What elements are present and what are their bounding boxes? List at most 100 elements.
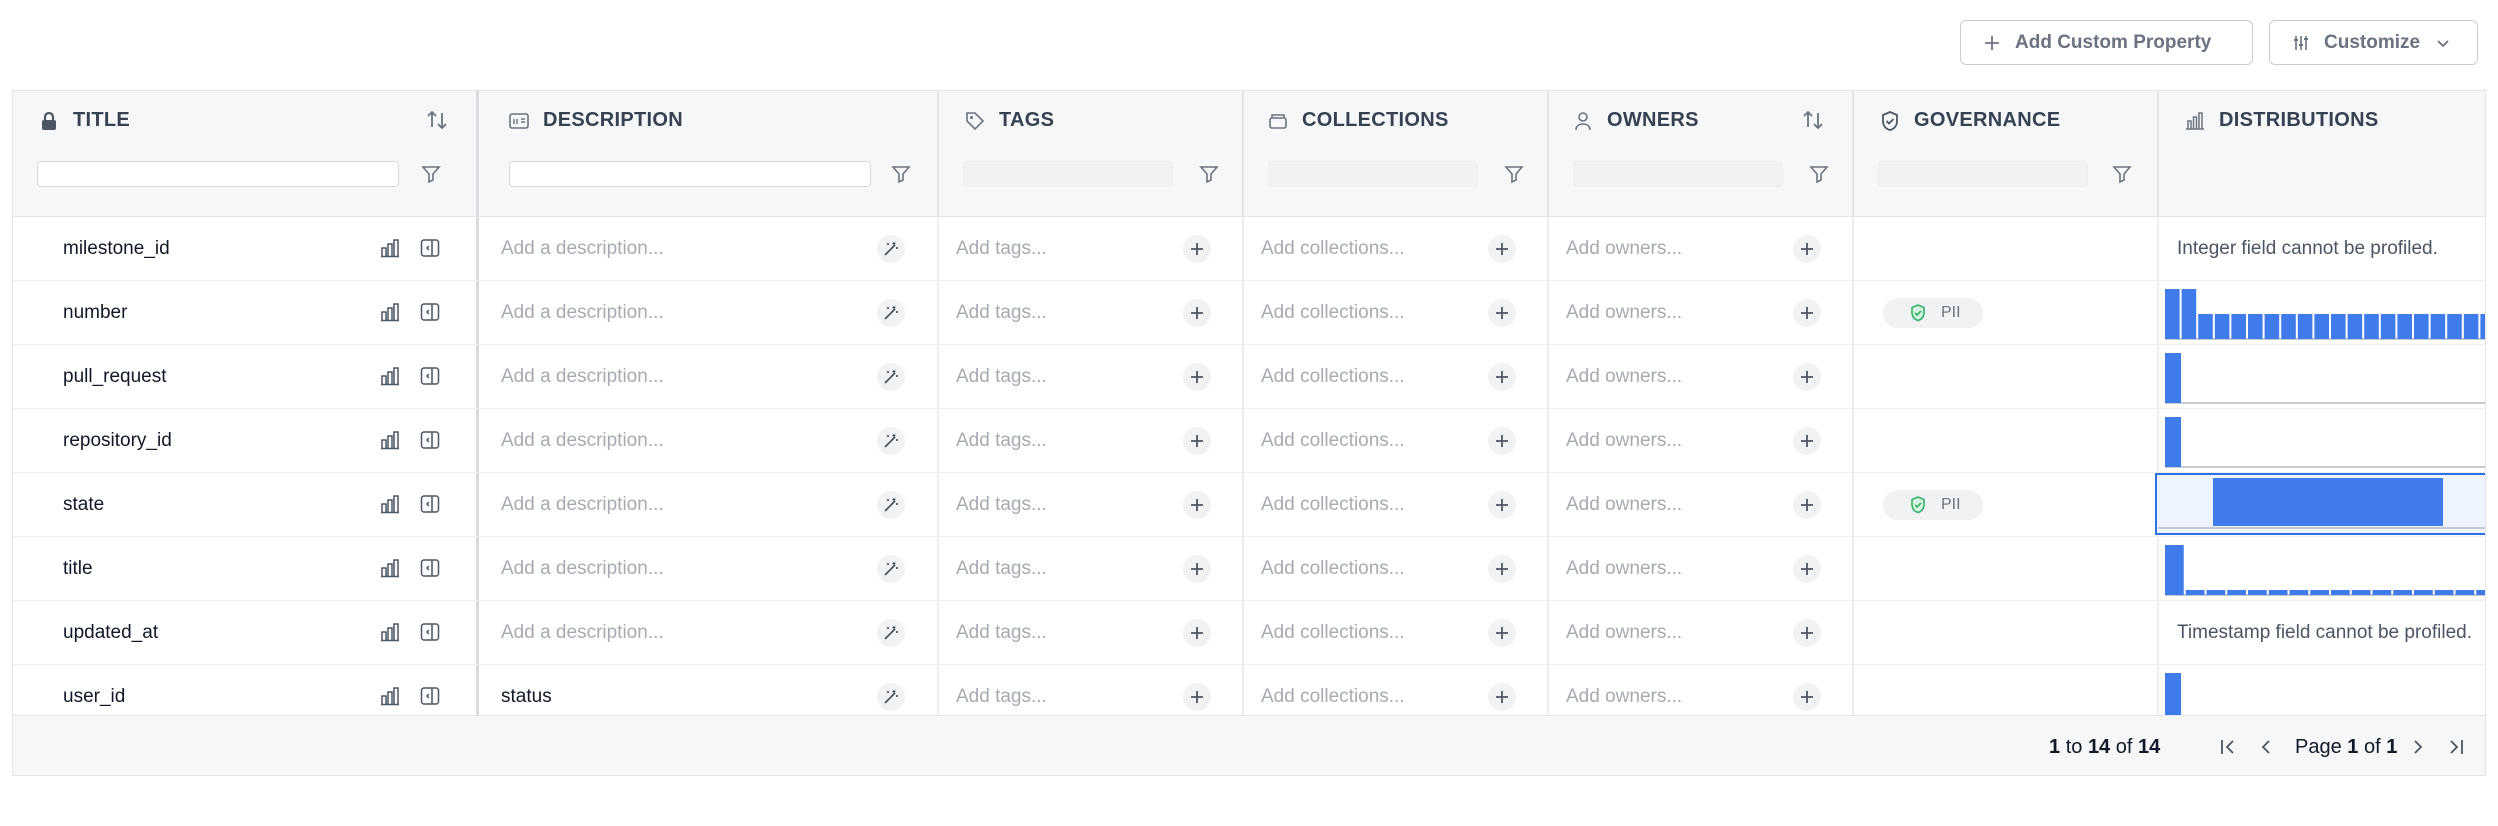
description-cell[interactable]: Add a description... [501,409,664,472]
tags-cell[interactable]: Add tags... [956,409,1047,472]
tags-cell[interactable]: Add tags... [956,473,1047,536]
magic-wand-icon[interactable] [877,491,905,519]
side-panel-icon[interactable] [419,621,441,643]
filter-icon[interactable] [2112,164,2132,184]
magic-wand-icon[interactable] [877,363,905,391]
magic-wand-icon[interactable] [877,235,905,263]
field-name[interactable]: title [63,537,93,600]
add-collections-button[interactable] [1488,619,1516,647]
column-header-tags[interactable]: TAGS [939,91,1242,217]
tags-cell[interactable]: Add tags... [956,345,1047,408]
collections-cell[interactable]: Add collections... [1261,217,1405,280]
add-tags-button[interactable] [1183,683,1211,711]
filter-icon[interactable] [1199,164,1219,184]
magic-wand-icon[interactable] [877,683,905,711]
add-owners-button[interactable] [1793,619,1821,647]
first-page-icon[interactable] [2217,736,2239,758]
field-name[interactable]: milestone_id [63,217,170,280]
table-row[interactable]: title Add a description... Add tags... Add … [13,537,2485,601]
add-tags-button[interactable] [1183,427,1211,455]
add-owners-button[interactable] [1793,491,1821,519]
add-tags-button[interactable] [1183,363,1211,391]
magic-wand-icon[interactable] [877,299,905,327]
owners-cell[interactable]: Add owners... [1566,345,1682,408]
add-collections-button[interactable] [1488,491,1516,519]
previous-page-icon[interactable] [2255,736,2277,758]
sort-icon[interactable] [1800,107,1826,133]
distribution-histogram[interactable] [2165,415,2486,469]
add-owners-button[interactable] [1793,235,1821,263]
side-panel-icon[interactable] [419,301,441,323]
field-name[interactable]: updated_at [63,601,158,664]
tags-cell[interactable]: Add tags... [956,217,1047,280]
pii-badge[interactable]: PII [1883,490,1983,520]
stats-icon[interactable] [379,301,401,323]
column-header-description[interactable]: DESCRIPTION [479,91,937,217]
description-cell[interactable]: Add a description... [501,537,664,600]
field-name[interactable]: number [63,281,127,344]
filter-icon[interactable] [421,164,441,184]
tags-filter-input[interactable] [963,161,1173,187]
side-panel-icon[interactable] [419,557,441,579]
next-page-icon[interactable] [2407,736,2429,758]
table-row[interactable]: updated_at Add a description... Add tags..… [13,601,2485,665]
title-filter-input[interactable] [37,161,399,187]
collections-cell[interactable]: Add collections... [1261,281,1405,344]
table-row[interactable]: milestone_id Add a description... Add tags… [13,217,2485,281]
add-owners-button[interactable] [1793,427,1821,455]
add-owners-button[interactable] [1793,299,1821,327]
magic-wand-icon[interactable] [877,427,905,455]
add-tags-button[interactable] [1183,555,1211,583]
stats-icon[interactable] [379,621,401,643]
pii-badge[interactable]: PII [1883,298,1983,328]
collections-cell[interactable]: Add collections... [1261,601,1405,664]
stats-icon[interactable] [379,365,401,387]
description-filter-input[interactable] [509,161,871,187]
add-tags-button[interactable] [1183,299,1211,327]
side-panel-icon[interactable] [419,493,441,515]
tags-cell[interactable]: Add tags... [956,537,1047,600]
field-name[interactable]: pull_request [63,345,167,408]
add-collections-button[interactable] [1488,363,1516,391]
customize-button[interactable]: Customize [2269,20,2478,65]
table-row[interactable]: state Add a description... Add tags... Add … [13,473,2485,537]
add-collections-button[interactable] [1488,235,1516,263]
description-cell[interactable]: Add a description... [501,345,664,408]
column-header-owners[interactable]: OWNERS [1549,91,1852,217]
add-tags-button[interactable] [1183,619,1211,647]
distribution-histogram[interactable] [2158,476,2486,530]
add-tags-button[interactable] [1183,235,1211,263]
add-owners-button[interactable] [1793,363,1821,391]
column-header-title[interactable]: TITLE [13,91,476,217]
field-name[interactable]: state [63,473,104,536]
column-header-governance[interactable]: GOVERNANCE [1854,91,2157,217]
column-header-collections[interactable]: COLLECTIONS [1244,91,1547,217]
stats-icon[interactable] [379,685,401,707]
description-cell[interactable]: Add a description... [501,601,664,664]
add-collections-button[interactable] [1488,299,1516,327]
sort-icon[interactable] [424,107,450,133]
side-panel-icon[interactable] [419,429,441,451]
filter-icon[interactable] [1809,164,1829,184]
add-collections-button[interactable] [1488,555,1516,583]
description-cell[interactable]: Add a description... [501,281,664,344]
add-collections-button[interactable] [1488,683,1516,711]
stats-icon[interactable] [379,237,401,259]
collections-cell[interactable]: Add collections... [1261,345,1405,408]
magic-wand-icon[interactable] [877,555,905,583]
collections-filter-input[interactable] [1268,161,1478,187]
add-tags-button[interactable] [1183,491,1211,519]
add-owners-button[interactable] [1793,683,1821,711]
collections-cell[interactable]: Add collections... [1261,473,1405,536]
owners-filter-input[interactable] [1573,161,1783,187]
owners-cell[interactable]: Add owners... [1566,217,1682,280]
owners-cell[interactable]: Add owners... [1566,601,1682,664]
owners-cell[interactable]: Add owners... [1566,473,1682,536]
filter-icon[interactable] [1504,164,1524,184]
governance-filter-input[interactable] [1878,161,2088,187]
side-panel-icon[interactable] [419,237,441,259]
table-row[interactable]: repository_id Add a description... Add tag… [13,409,2485,473]
field-name[interactable]: repository_id [63,409,172,472]
description-cell[interactable]: Add a description... [501,217,664,280]
distribution-histogram[interactable] [2165,287,2486,341]
